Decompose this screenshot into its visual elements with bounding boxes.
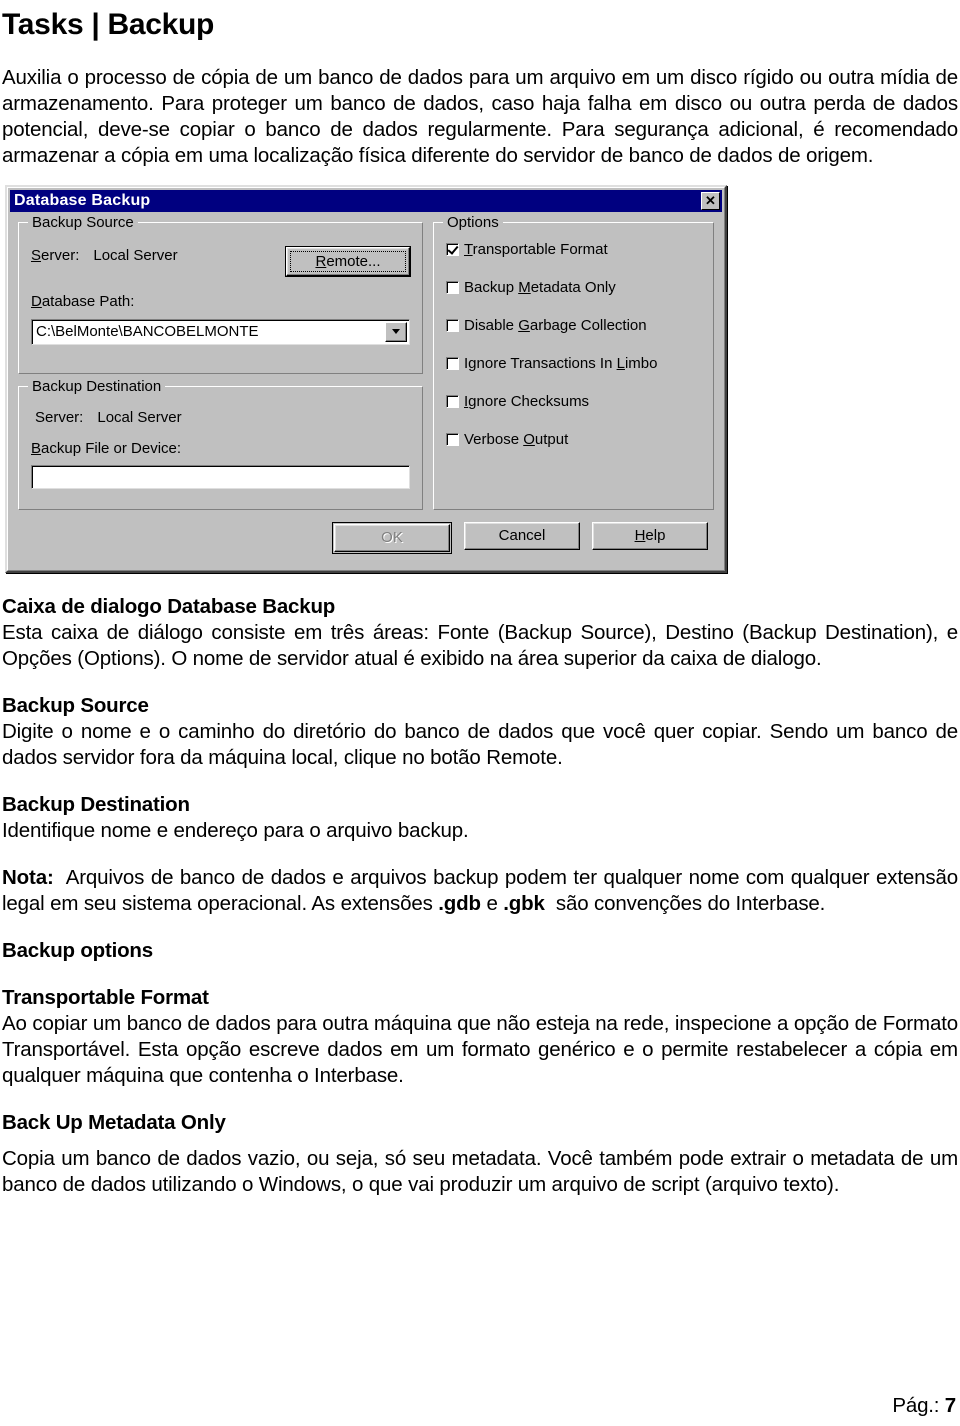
checkbox-verbose-output[interactable]: Verbose Output (446, 431, 701, 448)
note-paragraph: Nota: Arquivos de banco de dados e arqui… (2, 865, 958, 917)
checkbox-backup-metadata-only-box[interactable] (446, 280, 459, 294)
checkbox-disable-garbage-collection-box[interactable] (446, 318, 459, 332)
checkbox-transportable-format[interactable]: Transportable Format (446, 241, 701, 258)
dialog-titlebar[interactable]: Database Backup ✕ (10, 189, 722, 212)
page-footer: Pág.: 7 (892, 1394, 956, 1418)
remote-button-label-rest: emote... (326, 252, 381, 270)
cancel-button[interactable]: Cancel (464, 521, 580, 550)
database-path-label: Database Path: (31, 293, 410, 310)
note-extension-gdb: .gdb (438, 891, 481, 915)
dialog-title: Database Backup (14, 191, 151, 209)
mnemonic-t: T (464, 240, 473, 258)
section-heading-metadata-only: Back Up Metadata Only (2, 1111, 226, 1135)
checkbox-disable-garbage-collection-label: Disable Garbage Collection (464, 316, 647, 334)
checkbox-verbose-output-box[interactable] (446, 432, 459, 446)
checkbox-ignore-transactions-in-limbo-label: Ignore Transactions In Limbo (464, 354, 658, 372)
backup-destination-legend: Backup Destination (28, 377, 166, 395)
checkbox-ignore-checksums-box[interactable] (446, 394, 459, 408)
help-button-mnemonic: H (634, 527, 646, 545)
source-server-value: Local Server (93, 246, 178, 264)
backup-source-legend: Backup Source (28, 213, 138, 231)
checkbox-disable-garbage-collection[interactable]: Disable Garbage Collection (446, 317, 701, 334)
note-text-after: são convenções do Interbase. (555, 891, 826, 915)
section-heading-dialog: Caixa de dialogo Database Backup (2, 594, 336, 618)
options-legend: Options (443, 213, 503, 231)
section-body-metadata-only: Copia um banco de dados vazio, ou seja, … (2, 1147, 958, 1197)
destination-server-row: Server: Local Server (31, 409, 410, 426)
ok-button-label: OK (381, 529, 403, 547)
intro-paragraph: Auxilia o processo de cópia de um banco … (2, 65, 958, 167)
page-title: Tasks | Backup (2, 8, 215, 41)
note-label: Nota: (2, 865, 54, 889)
footer-label: Pág.: (892, 1394, 940, 1417)
dialog-left-column: Backup Source Server: Local Server Remot… (18, 213, 423, 510)
section-body-transportable-format: Ao copiar um banco de dados para outra m… (2, 1012, 958, 1088)
remote-button-label: Remote... (315, 253, 380, 270)
backup-destination-group: Backup Destination Server: Local Server … (18, 377, 423, 510)
chevron-down-icon[interactable] (385, 321, 407, 342)
source-server-row: Server: Local Server Remote... (31, 245, 411, 277)
destination-server-value: Local Server (97, 408, 182, 426)
source-server-label: Server: (31, 247, 79, 264)
database-path-combobox[interactable]: C:\BelMonte\BANCOBELMONTE (31, 318, 410, 345)
section-heading-backup-source: Backup Source (2, 693, 149, 717)
remote-button[interactable]: Remote... (285, 245, 411, 277)
help-button-label-rest: elp (645, 527, 666, 545)
section-heading-transportable-format: Transportable Format (2, 985, 209, 1009)
backup-source-group: Backup Source Server: Local Server Remot… (18, 213, 423, 374)
mnemonic-l: L (616, 354, 625, 372)
ok-button[interactable]: OK (334, 523, 450, 552)
source-server-label-rest: erver: (41, 246, 80, 264)
section-heading-backup-destination: Backup Destination (2, 792, 190, 816)
ok-button-default-frame: OK (332, 521, 452, 554)
footer-page-number: 7 (944, 1394, 956, 1417)
backup-file-input[interactable] (31, 464, 410, 489)
source-server-label-mnemonic: S (31, 246, 42, 264)
checkbox-backup-metadata-only[interactable]: Backup Metadata Only (446, 279, 701, 296)
checkbox-ignore-transactions-in-limbo-box[interactable] (446, 356, 459, 370)
database-path-value[interactable]: C:\BelMonte\BANCOBELMONTE (32, 320, 385, 344)
mnemonic-m: M (518, 278, 531, 296)
checkbox-transportable-format-label: Transportable Format (464, 240, 608, 258)
dialog-right-column: Options Transportable Format Backup Meta… (433, 213, 714, 510)
backup-file-label-rest: ackup File or Device: (41, 439, 182, 457)
section-body-dialog: Esta caixa de diálogo consiste em três á… (2, 620, 958, 670)
remote-button-mnemonic: R (315, 252, 327, 270)
dialog-button-bar: OK Cancel Help (10, 510, 722, 568)
backup-file-block: Backup File or Device: (31, 440, 410, 489)
checkbox-ignore-checksums-label: Ignore Checksums (464, 392, 590, 410)
checkbox-transportable-format-box[interactable] (446, 242, 459, 256)
checkbox-ignore-transactions-in-limbo[interactable]: Ignore Transactions In Limbo (446, 355, 701, 372)
cancel-button-label: Cancel (498, 527, 546, 545)
section-body-backup-source: Digite o nome e o caminho do diretório d… (2, 719, 958, 769)
destination-server-label: Server: (35, 408, 84, 426)
dialog-body: Backup Source Server: Local Server Remot… (10, 212, 722, 510)
checkbox-backup-metadata-only-label: Backup Metadata Only (464, 278, 616, 296)
database-backup-dialog: Database Backup ✕ Backup Source Server: … (5, 184, 727, 573)
note-extension-gbk: .gbk (503, 891, 545, 915)
close-icon[interactable]: ✕ (701, 191, 720, 210)
help-button[interactable]: Help (592, 521, 708, 550)
mnemonic-g: G (518, 316, 530, 334)
section-heading-backup-options: Backup options (2, 938, 153, 962)
backup-file-label: Backup File or Device: (31, 440, 410, 457)
help-button-label: Help (635, 527, 666, 544)
checkbox-verbose-output-label: Verbose Output (464, 430, 569, 448)
mnemonic-o: O (523, 430, 535, 448)
database-path-label-rest: atabase Path: (41, 292, 135, 310)
document-page: Tasks | Backup Auxilia o processo de cóp… (0, 8, 960, 1426)
section-body-backup-destination: Identifique nome e endereço para o arqui… (2, 818, 469, 842)
database-path-label-mnemonic: D (31, 292, 42, 310)
note-conjunction: e (486, 891, 498, 915)
options-group: Options Transportable Format Backup Meta… (433, 213, 714, 510)
backup-file-label-mnemonic: B (31, 439, 42, 457)
database-path-block: Database Path: C:\BelMonte\BANCOBELMONTE (31, 293, 410, 345)
checkbox-ignore-checksums[interactable]: Ignore Checksums (446, 393, 701, 410)
